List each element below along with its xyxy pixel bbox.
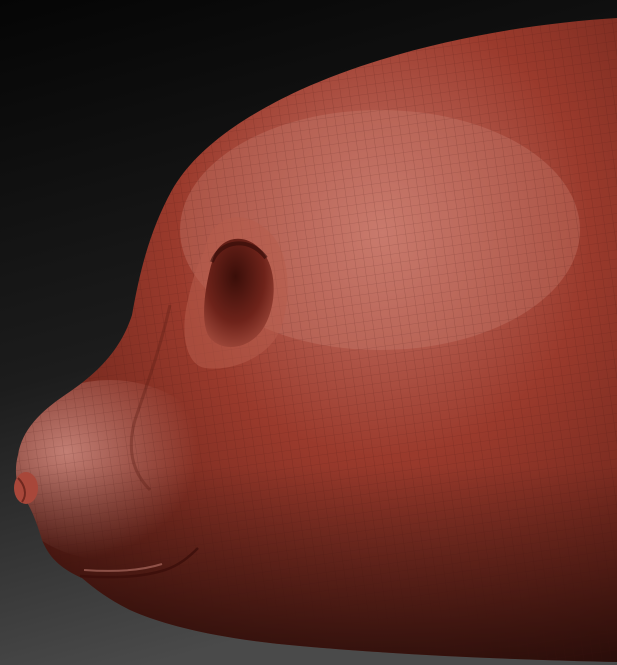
- viewport[interactable]: [0, 0, 617, 665]
- sculpt-render: [0, 0, 617, 665]
- nose: [14, 472, 38, 504]
